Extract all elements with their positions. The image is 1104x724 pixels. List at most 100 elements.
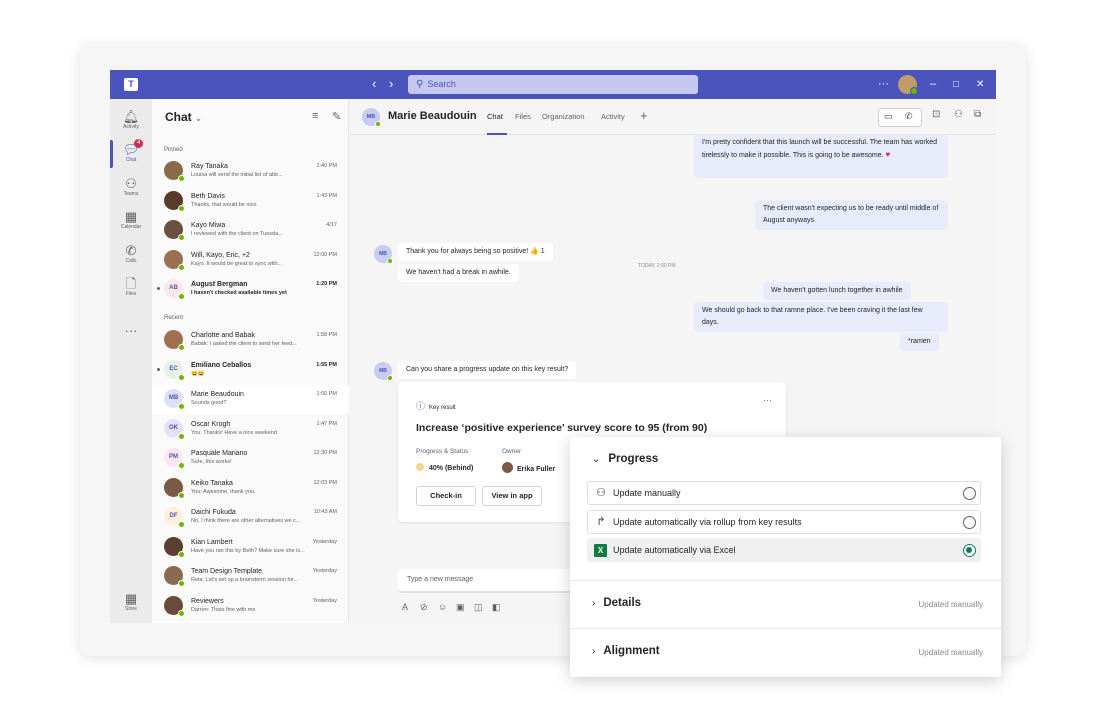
chat-preview: Thanks, that would be nice. (191, 201, 258, 208)
tab-activity[interactable]: Activity (601, 112, 625, 121)
chat-list-item[interactable]: Beth Davis 1:43 PM Thanks, that would be n… (152, 187, 349, 216)
minimize-button[interactable]: – (930, 75, 936, 94)
chat-list-title[interactable]: Chat ⌄ (165, 110, 202, 124)
tab-organization[interactable]: Organization (542, 112, 585, 121)
more-options-button[interactable]: ··· (763, 395, 772, 405)
presence-icon (375, 121, 381, 127)
message-text: Thank you for always being so positive! (406, 248, 529, 255)
pinned-label: Pinned (164, 147, 183, 153)
tab-files[interactable]: Files (515, 112, 531, 121)
option-update-excel[interactable]: X Update automatically via Excel (587, 538, 981, 562)
add-tab-button[interactable]: + (640, 108, 648, 123)
option-update-rollup[interactable]: ↱ Update automatically via rollup from k… (587, 510, 981, 534)
close-button[interactable]: ✕ (976, 75, 984, 94)
tab-chat[interactable]: Chat (487, 112, 503, 121)
rail-item-chat[interactable]: 💬︎ 4 Chat (110, 139, 152, 164)
avatar: EC (164, 359, 185, 381)
unread-dot-icon (157, 287, 160, 290)
chat-list-item[interactable]: Will, Kayo, Eric, +2 12:00 PM Kayo: It wou… (152, 246, 349, 275)
chat-title: Marie Beaudouin (388, 110, 477, 122)
rail-item-store[interactable]: ▦ Store (110, 591, 152, 613)
popout-icon[interactable]: ⧉ (974, 109, 981, 120)
schedule-icon[interactable]: ◧ (492, 602, 501, 613)
rail-label: Chat (125, 157, 137, 163)
store-icon: ▦ (124, 591, 138, 606)
divider (570, 628, 1001, 629)
presence-icon (178, 580, 185, 587)
radio-button[interactable] (963, 487, 976, 500)
radio-button[interactable] (963, 516, 976, 529)
details-section-header[interactable]: › Details (592, 597, 641, 609)
avatar (502, 462, 513, 473)
add-people-icon[interactable]: ⚇ (954, 109, 963, 120)
chat-list-item[interactable]: Team Design Template Yesterday Reta: Let's… (152, 562, 349, 591)
rail-item-calendar[interactable]: ▦ Calendar (110, 209, 152, 231)
chat-name: Keiko Tanaka (191, 479, 233, 487)
active-tab-indicator (487, 133, 507, 135)
progress-panel: ⌄ Progress ⚇ Update manually ↱ Update aut… (570, 437, 1001, 677)
avatar: DF (164, 507, 185, 528)
avatar (164, 220, 185, 241)
rail-item-calls[interactable]: ✆ Calls (110, 243, 152, 265)
chat-list-item[interactable]: PM Pasquale Mariano 12:30 PM Sure, this wor… (152, 444, 349, 473)
chat-time: 10:43 AM (313, 509, 337, 515)
view-in-app-button[interactable]: View in app (482, 486, 542, 506)
chat-name: Emiliano Ceballos (191, 361, 252, 369)
reaction-like[interactable]: 👍 1 (530, 248, 545, 255)
chat-list-item[interactable]: MB Marie Beaudouin 1:00 PM Sounds good? (152, 385, 349, 414)
emoji-icon[interactable]: ☺ (438, 602, 447, 612)
chat-time: 1:47 PM (316, 420, 337, 427)
chat-time: 12:00 PM (313, 251, 337, 258)
video-call-icon[interactable]: ▭ (884, 111, 893, 122)
avatar (164, 595, 185, 617)
more-options-button[interactable]: ··· (878, 75, 889, 94)
filter-icon[interactable]: ≡ (312, 110, 318, 122)
calendar-icon: ▦ (124, 209, 138, 224)
check-in-button[interactable]: Check-in (416, 486, 476, 506)
option-update-manually[interactable]: ⚇ Update manually (587, 481, 981, 505)
presence-icon (178, 344, 185, 351)
search-input[interactable]: ⚲ Search (408, 75, 698, 94)
message-received: Can you share a progress update on this … (398, 361, 577, 379)
avatar (164, 190, 185, 212)
chat-list-item[interactable]: Kian Lambert Yesterday Have you ran this b… (152, 533, 349, 562)
chat-preview: 😄😄 (191, 370, 205, 377)
progress-title: Progress (608, 453, 659, 465)
message-sent: We should go back to that ramne place. I… (694, 302, 948, 332)
rail-item-activity[interactable]: 🔔︎ Activity (110, 109, 152, 131)
format-icon[interactable]: A (402, 602, 408, 612)
chat-preview: Sure, this works! (191, 459, 232, 465)
chat-list-item[interactable]: Reviewers Yesterday Darren: Thats fine wit… (152, 592, 349, 621)
rail-item-more[interactable]: ··· (110, 323, 152, 338)
chat-list-item[interactable]: Ray Tanaka 1:40 PM Louisa will send the in… (152, 157, 349, 186)
rail-label: Calendar (120, 224, 142, 230)
message-text: The client wasn't expecting us to be rea… (763, 205, 939, 224)
radio-button-selected[interactable] (963, 544, 976, 557)
chat-list-item[interactable]: Kayo Miwa 4/17 I reviewed with the client … (152, 216, 349, 245)
chat-list-item[interactable]: DF Daichi Fukuda 10:43 AM No, I think there… (152, 503, 349, 532)
sticker-icon[interactable]: ◫ (474, 602, 483, 613)
chat-preview: Have you ran this by Beth? Make sure she… (191, 547, 305, 554)
key-result-label-text: Key result (429, 405, 456, 411)
attach-icon[interactable]: ⊘ (420, 602, 428, 613)
presence-icon (178, 462, 185, 469)
audio-call-icon[interactable]: ✆ (905, 111, 913, 122)
new-chat-icon[interactable]: ✎ (332, 110, 341, 123)
avatar-initials: PM (169, 454, 178, 460)
chat-list-item[interactable]: Keiko Tanaka 12:03 PM You: Awesome, thank … (152, 474, 349, 503)
maximize-button[interactable]: □ (953, 75, 959, 94)
rail-item-files[interactable]: 🗋 Files (110, 276, 152, 298)
message-input[interactable]: Type a new message (398, 569, 578, 593)
rail-item-teams[interactable]: ⚇ Teams (110, 176, 152, 198)
profile-avatar[interactable] (898, 75, 918, 95)
chat-list-item[interactable]: EC Emiliano Ceballos 1:55 PM 😄😄 (152, 356, 349, 385)
chat-list-item[interactable]: AB August Bergman 1:20 PM I haven't checked… (152, 275, 349, 304)
chat-list-item[interactable]: Charlotte and Babak 1:58 PM Babak: I asked… (152, 326, 349, 355)
chat-list-item[interactable]: OK Oscar Krogh 1:47 PM You: Thanks! Have a … (152, 415, 349, 444)
share-screen-icon[interactable]: ⊡ (932, 109, 940, 120)
alignment-section-header[interactable]: › Alignment (592, 645, 660, 657)
progress-section-header[interactable]: ⌄ Progress (592, 453, 658, 465)
gif-icon[interactable]: ▣ (456, 602, 465, 613)
forward-button[interactable]: › (389, 76, 393, 92)
back-button[interactable]: ‹ (372, 76, 376, 92)
